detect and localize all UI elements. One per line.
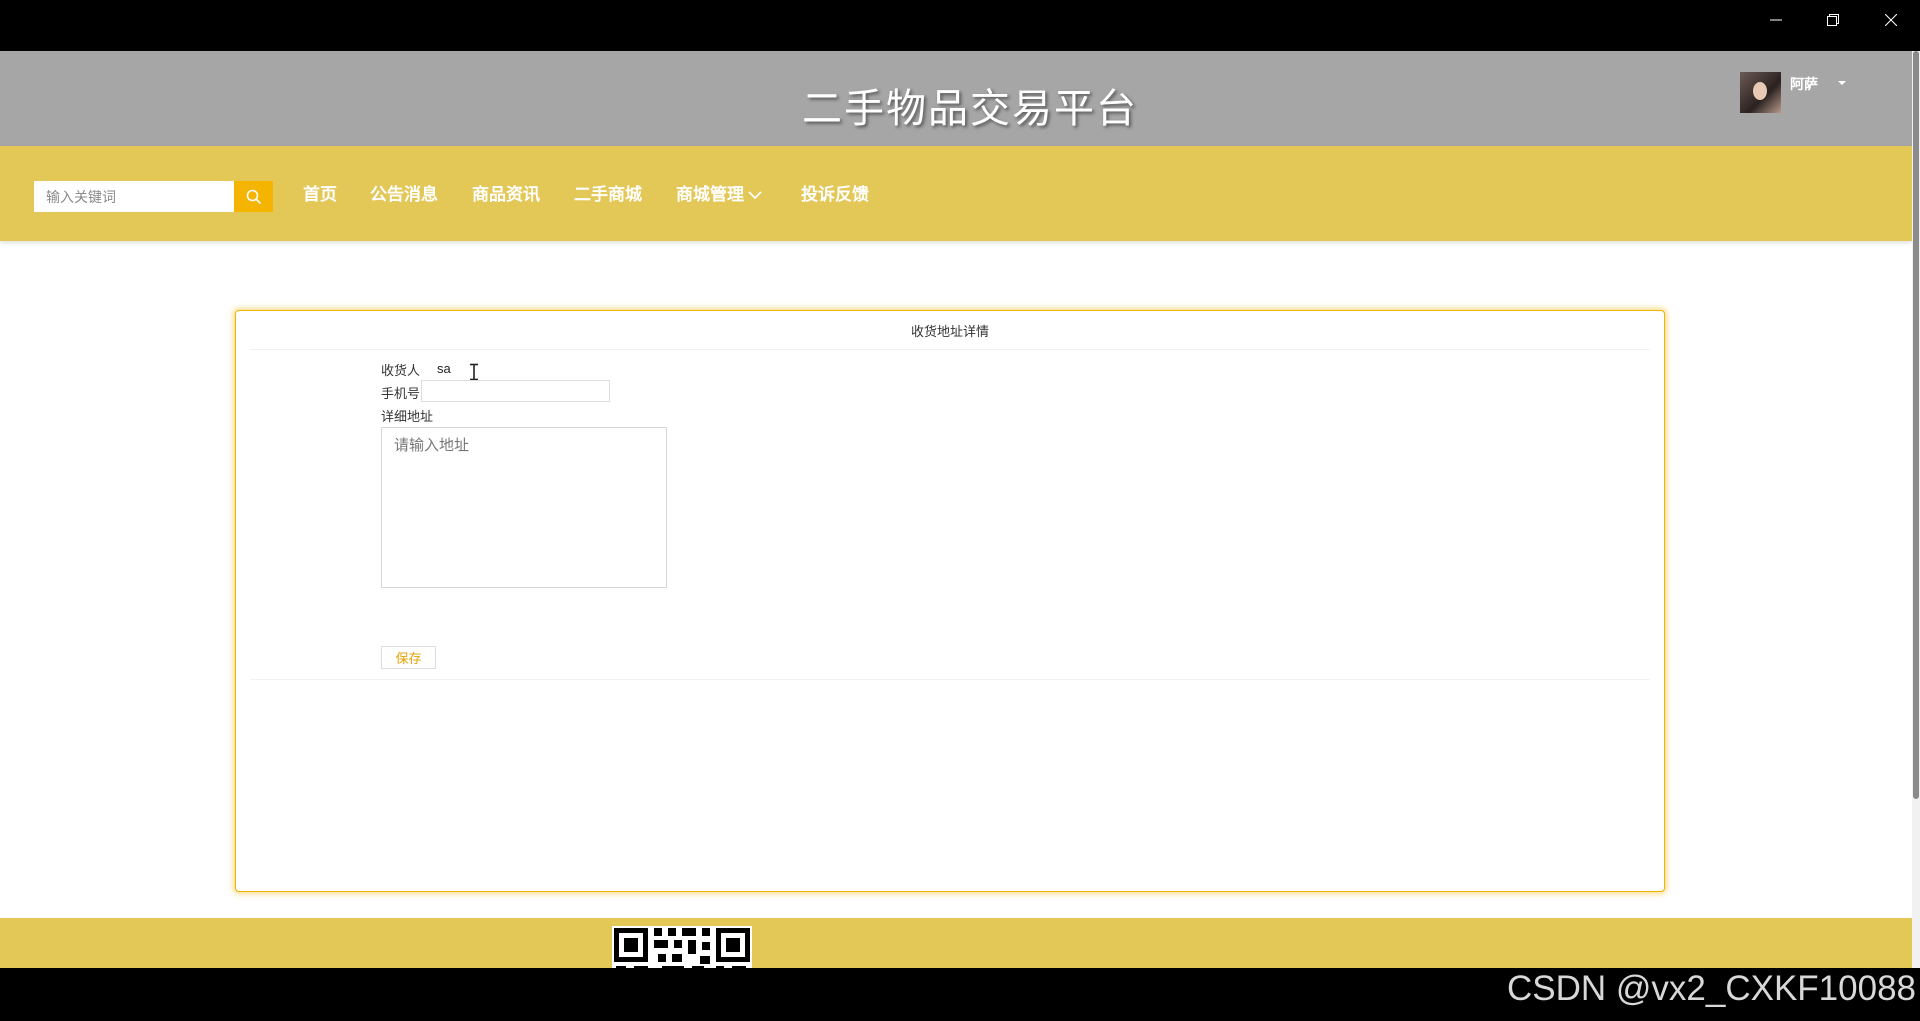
divider (250, 349, 1650, 350)
save-button[interactable]: 保存 (381, 646, 436, 669)
avatar[interactable] (1740, 72, 1781, 113)
site-title: 二手物品交易平台 (802, 86, 1138, 132)
close-icon[interactable] (1862, 0, 1919, 40)
page-content: 二手物品交易平台 阿萨 首页 公告消息 商品资讯 二手商城 商城管理 投诉反馈 … (0, 51, 1912, 968)
divider (250, 679, 1650, 680)
nav-item-mall-management-label: 商城管理 (676, 185, 744, 205)
nav-item-home[interactable]: 首页 (303, 180, 337, 205)
card-title: 收货地址详情 (910, 324, 989, 339)
qr-code-icon (612, 926, 752, 968)
username[interactable]: 阿萨 (1790, 74, 1818, 94)
address-detail-card: 收货地址详情 收货人 手机号 详细地址 保存 (235, 310, 1665, 892)
user-dropdown-caret-icon[interactable] (1838, 81, 1846, 85)
search-icon (246, 189, 261, 204)
vertical-scrollbar[interactable] (1912, 51, 1920, 968)
nav-item-announcements[interactable]: 公告消息 (370, 180, 438, 205)
site-footer (0, 918, 1912, 968)
watermark: CSDN @vx2_CXKF10088 (1506, 969, 1916, 1008)
nav-item-complaints[interactable]: 投诉反馈 (801, 180, 869, 205)
phone-input[interactable] (421, 380, 610, 402)
nav-item-secondhand-mall[interactable]: 二手商城 (574, 180, 642, 205)
nav-item-product-news[interactable]: 商品资讯 (472, 180, 540, 205)
consignee-input[interactable] (437, 357, 611, 379)
nav-bar: 首页 公告消息 商品资讯 二手商城 商城管理 投诉反馈 (0, 146, 1912, 241)
scrollbar-thumb[interactable] (1913, 51, 1919, 799)
address-label: 详细地址 (381, 409, 434, 424)
nav-item-mall-management[interactable]: 商城管理 (676, 180, 762, 205)
phone-label: 手机号 (381, 386, 421, 401)
text-cursor-icon (470, 363, 478, 381)
minimize-icon[interactable] (1747, 0, 1804, 40)
site-header: 二手物品交易平台 阿萨 (0, 51, 1912, 146)
consignee-label: 收货人 (381, 363, 421, 378)
search-input[interactable] (34, 181, 234, 212)
chevron-down-icon (748, 191, 762, 200)
address-textarea[interactable] (381, 427, 667, 588)
restore-icon[interactable] (1804, 0, 1861, 40)
window-titlebar (0, 0, 1920, 51)
search-button[interactable] (234, 181, 273, 212)
